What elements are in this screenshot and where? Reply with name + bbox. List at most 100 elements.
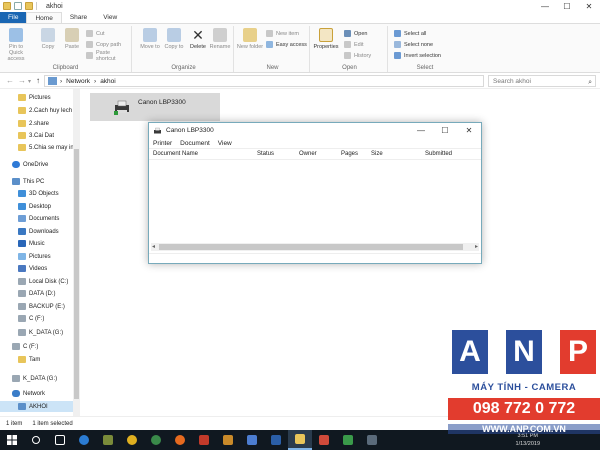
tab-view[interactable]: View	[95, 12, 125, 23]
open-icon	[344, 30, 351, 37]
printer-item[interactable]: Canon LBP3300	[90, 93, 220, 121]
search-button[interactable]	[24, 430, 48, 450]
column-document-name[interactable]: Document Name	[153, 151, 198, 157]
back-arrow-icon[interactable]: ←	[6, 76, 14, 85]
dialog-minimize-button[interactable]: —	[409, 123, 433, 138]
chrome-button[interactable]	[120, 430, 144, 450]
app-button[interactable]	[360, 430, 384, 450]
start-button[interactable]	[0, 430, 24, 450]
nav-item[interactable]: Pictures	[0, 251, 73, 262]
coccoc-button[interactable]	[144, 430, 168, 450]
nav-item[interactable]: K_DATA (G:)	[0, 327, 73, 338]
search-input[interactable]: Search akhoi ⌕	[488, 75, 596, 87]
new-folder-icon[interactable]	[25, 2, 33, 10]
nav-item[interactable]: BACKUP (E:)	[0, 301, 73, 312]
tab-share[interactable]: Share	[62, 12, 95, 23]
minimize-button[interactable]: —	[534, 0, 556, 12]
nav-item[interactable]: C (F:)	[0, 341, 73, 352]
breadcrumb-separator-icon: ›	[94, 77, 97, 85]
invert-selection-button[interactable]: Invert selection	[394, 51, 441, 60]
address-path[interactable]: › Network › akhoi	[44, 75, 484, 87]
menu-printer[interactable]: Printer	[153, 140, 172, 147]
edit-button[interactable]: Edit	[344, 40, 363, 49]
nav-item[interactable]: Music	[0, 238, 73, 249]
up-arrow-icon[interactable]: ↑	[36, 76, 40, 85]
select-none-button[interactable]: Select none	[394, 40, 433, 49]
nav-item[interactable]: K_DATA (G:)	[0, 373, 73, 384]
nav-item[interactable]: Network	[0, 388, 73, 399]
queue-scrollbar-thumb[interactable]	[159, 244, 463, 250]
nav-item[interactable]: 2.Cach huy lech	[0, 105, 73, 116]
invert-selection-label: Invert selection	[404, 52, 441, 59]
task-view-button[interactable]	[48, 430, 72, 450]
column-pages[interactable]: Pages	[341, 151, 358, 157]
nav-item[interactable]: Documents	[0, 213, 73, 224]
app-button[interactable]	[192, 430, 216, 450]
nav-item[interactable]: C (F:)	[0, 313, 73, 324]
scroll-right-icon[interactable]: ▸	[475, 243, 478, 250]
word-button[interactable]	[264, 430, 288, 450]
drive-icon	[18, 303, 26, 310]
maximize-button[interactable]: ☐	[556, 0, 578, 12]
breadcrumb-network[interactable]: Network	[66, 78, 90, 85]
column-owner[interactable]: Owner	[299, 151, 317, 157]
column-size[interactable]: Size	[371, 151, 383, 157]
properties-button[interactable]: Properties	[312, 28, 340, 50]
menu-document[interactable]: Document	[180, 140, 210, 147]
copy-path-button[interactable]: Copy path	[86, 40, 121, 49]
firefox-button[interactable]	[168, 430, 192, 450]
forward-arrow-icon[interactable]: →	[18, 76, 26, 85]
properties-icon[interactable]	[14, 2, 22, 10]
nav-item[interactable]: Desktop	[0, 201, 73, 212]
column-submitted[interactable]: Submitted	[425, 151, 452, 157]
app-icon	[223, 435, 233, 445]
easy-access-button[interactable]: Easy access	[266, 40, 307, 49]
history-button[interactable]: History	[344, 51, 371, 60]
nav-item-label: 3.Cai Dat	[29, 132, 55, 139]
app-button[interactable]	[336, 430, 360, 450]
breadcrumb-akhoi[interactable]: akhoi	[100, 78, 116, 85]
new-item-button[interactable]: New item	[266, 29, 299, 38]
nav-scrollbar[interactable]	[73, 89, 80, 416]
queue-horizontal-scrollbar[interactable]: ◂ ▸	[151, 243, 479, 251]
nav-item[interactable]: 3D Objects	[0, 188, 73, 199]
app-icon	[103, 435, 113, 445]
nav-item[interactable]: DATA (D:)	[0, 288, 73, 299]
nav-item[interactable]: 5.Chia se may in	[0, 142, 73, 153]
new-folder-button[interactable]: New folder	[236, 28, 264, 50]
nav-item[interactable]: 3.Cai Dat	[0, 130, 73, 141]
column-status[interactable]: Status	[257, 151, 274, 157]
paste-shortcut-button[interactable]: Paste shortcut	[86, 50, 131, 62]
app-button[interactable]	[96, 430, 120, 450]
nav-item-label: Documents	[29, 215, 60, 222]
file-explorer-button[interactable]	[288, 430, 312, 450]
tab-home[interactable]: Home	[26, 12, 62, 23]
scroll-left-icon[interactable]: ◂	[152, 243, 155, 250]
nav-item[interactable]: AKHOI	[0, 401, 73, 412]
nav-item[interactable]: Videos	[0, 263, 73, 274]
app-button[interactable]	[312, 430, 336, 450]
nav-item[interactable]: This PC	[0, 176, 73, 187]
nav-item[interactable]: Tam	[0, 354, 73, 365]
rename-button[interactable]: Rename	[206, 28, 234, 50]
dialog-close-button[interactable]: ✕	[457, 123, 481, 138]
dialog-maximize-button[interactable]: ☐	[433, 123, 457, 138]
app-button[interactable]	[240, 430, 264, 450]
menu-view[interactable]: View	[218, 140, 232, 147]
cut-button[interactable]: Cut	[86, 29, 105, 38]
nav-item[interactable]: 2.share	[0, 118, 73, 129]
edge-button[interactable]	[72, 430, 96, 450]
nav-item[interactable]: Local Disk (C:)	[0, 276, 73, 287]
paste-button[interactable]: Paste	[58, 28, 86, 50]
select-all-button[interactable]: Select all	[394, 29, 426, 38]
pin-to-quick-access-button[interactable]: Pin to Quick access	[2, 28, 30, 62]
nav-item[interactable]: Pictures	[0, 92, 73, 103]
open-button[interactable]: Open	[344, 29, 367, 38]
close-button[interactable]: ✕	[578, 0, 600, 12]
nav-scrollbar-thumb[interactable]	[74, 149, 79, 399]
tab-file[interactable]: File	[0, 12, 27, 23]
recent-locations-chevron-icon[interactable]: ▾	[28, 78, 31, 85]
nav-item[interactable]: Downloads	[0, 226, 73, 237]
nav-item[interactable]: OneDrive	[0, 159, 73, 170]
app-button[interactable]	[216, 430, 240, 450]
